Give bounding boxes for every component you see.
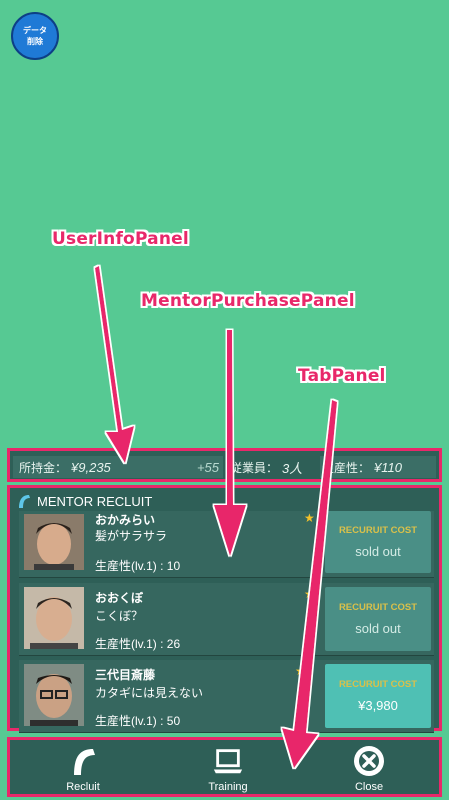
annotation-user-info-panel: UserInfoPanel bbox=[52, 229, 189, 249]
tab-recluit[interactable]: Recluit bbox=[43, 746, 123, 794]
data-delete-label-line2: 削除 bbox=[27, 37, 43, 46]
mentor-productivity: 生産性(lv.1) : 50 bbox=[95, 714, 181, 728]
recruit-cost-label: RECURUIT COST bbox=[338, 602, 418, 613]
star-icon: ★ bbox=[304, 587, 315, 601]
money-label: 所持金： bbox=[19, 460, 68, 475]
money-cell: 所持金： ¥9,235 +55 bbox=[13, 456, 223, 478]
mentor-photo bbox=[24, 514, 84, 570]
productivity-label: 生産性： bbox=[322, 460, 371, 475]
star-icon: ★ bbox=[295, 664, 306, 678]
recruit-cost-button[interactable]: RECURUIT COST sold out bbox=[325, 587, 431, 651]
mentor-productivity: 生産性(lv.1) : 10 bbox=[95, 559, 181, 573]
money-value: ¥9,235 bbox=[71, 459, 111, 475]
annotation-mentor-purchase-panel: MentorPurchasePanel bbox=[141, 291, 355, 311]
recruit-cost-value: sold out bbox=[355, 621, 401, 636]
employees-value: 3人 bbox=[282, 460, 303, 476]
recruit-cost-label: RECURUIT COST bbox=[338, 525, 418, 536]
productivity-value: ¥110 bbox=[374, 459, 402, 475]
star-icon: ★ bbox=[304, 511, 315, 525]
employees-label: 従業員： bbox=[230, 460, 279, 475]
mentor-name: おかみらい bbox=[95, 513, 156, 527]
tab-training[interactable]: Training bbox=[188, 746, 268, 794]
recruit-logo-icon bbox=[74, 749, 95, 775]
mentor-purchase-panel: MENTOR RECLUIT おかみらい 髪がサラサラ 生産性(lv.1) : … bbox=[7, 485, 442, 733]
laptop-icon bbox=[213, 749, 243, 774]
mentor-row: 三代目斎藤 カタギには見えない 生産性(lv.1) : 50 ★ RECURUI… bbox=[19, 660, 434, 733]
tab-recluit-label: Recluit bbox=[66, 781, 100, 793]
recruit-cost-label: RECURUIT COST bbox=[338, 679, 418, 690]
mentor-panel-header: MENTOR RECLUIT bbox=[16, 492, 152, 510]
productivity-cell: 生産性： ¥110 bbox=[320, 456, 436, 478]
tab-panel: Recluit Training Close bbox=[7, 737, 442, 797]
data-delete-button[interactable]: データ 削除 bbox=[11, 12, 59, 60]
mentor-name: 三代目斎藤 bbox=[95, 668, 156, 682]
mentor-row: おおくぼ こくぼ？ 生産性(lv.1) : 26 ★ RECURUIT COST… bbox=[19, 583, 434, 656]
mentor-photo bbox=[24, 664, 84, 726]
mentor-photo bbox=[24, 587, 84, 649]
employees-cell: 従業員： 3人 bbox=[228, 456, 316, 478]
user-info-panel: 所持金： ¥9,235 +55 従業員： 3人 生産性： ¥110 bbox=[7, 448, 442, 482]
mentor-productivity: 生産性(lv.1) : 26 bbox=[95, 637, 181, 651]
close-circle-icon bbox=[354, 746, 384, 776]
mentor-name: おおくぼ bbox=[95, 591, 144, 605]
recruit-cost-value: sold out bbox=[355, 544, 401, 559]
tab-close-label: Close bbox=[354, 781, 384, 793]
arrow-user-info bbox=[95, 266, 134, 463]
annotation-tab-panel: TabPanel bbox=[298, 366, 386, 386]
mentor-description: カタギには見えない bbox=[95, 686, 204, 700]
mentor-row: おかみらい 髪がサラサラ 生産性(lv.1) : 10 ★ RECURUIT C… bbox=[19, 511, 434, 578]
mentor-panel-title: MENTOR RECLUIT bbox=[37, 493, 153, 509]
recruit-cost-button[interactable]: RECURUIT COST sold out bbox=[325, 511, 431, 573]
recruit-logo-icon bbox=[19, 495, 30, 508]
mentor-description: 髪がサラサラ bbox=[95, 529, 168, 543]
money-delta: +55 bbox=[196, 459, 219, 475]
tab-training-label: Training bbox=[208, 781, 248, 793]
recruit-cost-button[interactable]: RECURUIT COST ¥3,980 bbox=[325, 664, 431, 728]
recruit-cost-value: ¥3,980 bbox=[358, 698, 398, 713]
data-delete-label-line1: データ bbox=[23, 26, 47, 35]
tab-close[interactable]: Close bbox=[329, 746, 409, 794]
mentor-description: こくぼ？ bbox=[95, 609, 144, 623]
